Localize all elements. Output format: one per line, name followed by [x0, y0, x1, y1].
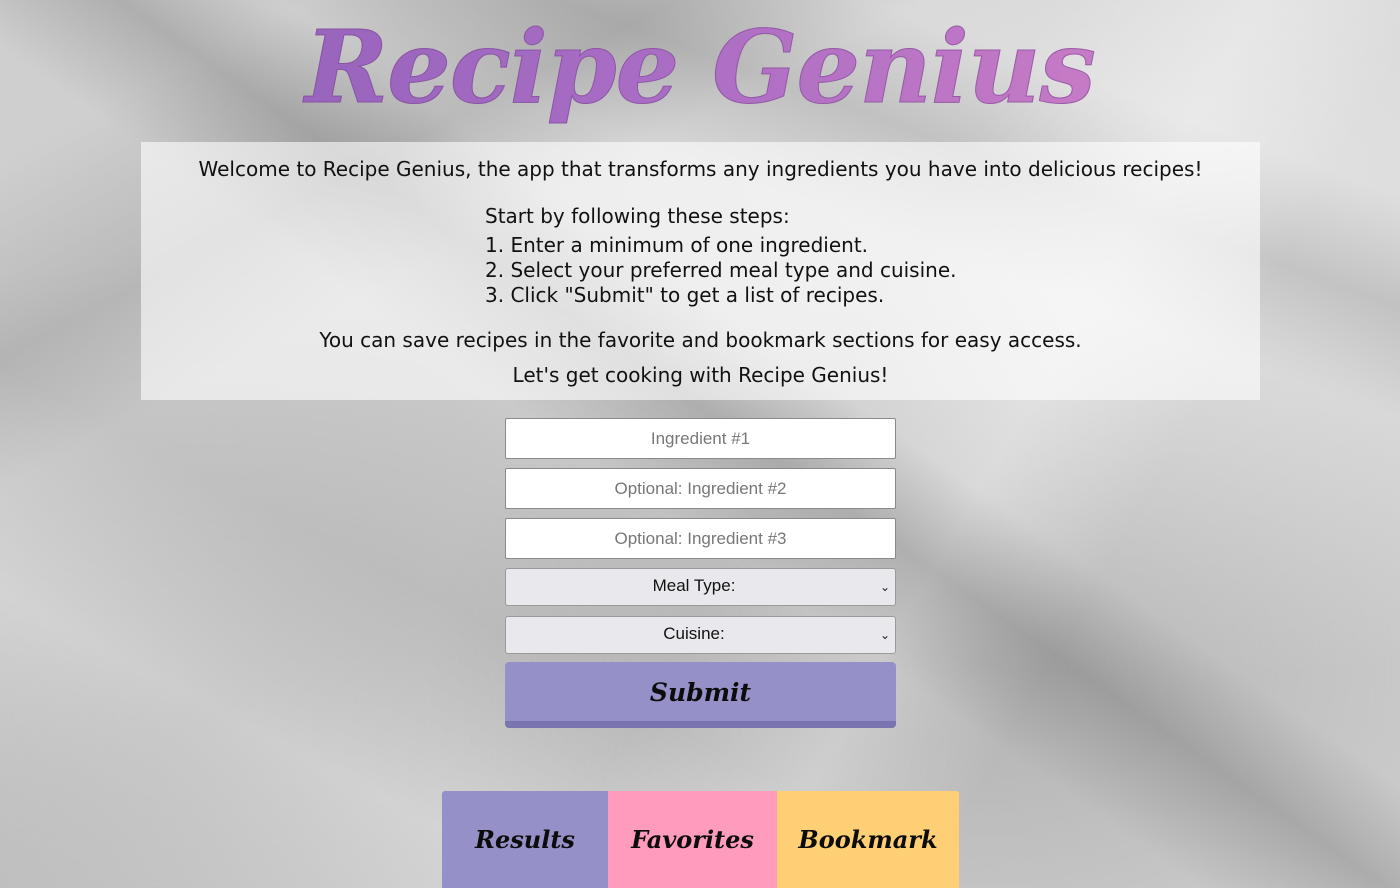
ingredient-2-input[interactable]	[505, 468, 896, 509]
step-item: 3. Click "Submit" to get a list of recip…	[485, 283, 885, 307]
cuisine-select[interactable]: Cuisine: ⌄	[505, 616, 896, 654]
cuisine-selected: Cuisine:	[663, 624, 725, 643]
app-title: Recipe Genius	[0, 2, 1400, 132]
step-item: 2. Select your preferred meal type and c…	[485, 258, 957, 282]
ingredient-3-input[interactable]	[505, 518, 896, 559]
welcome-text: Welcome to Recipe Genius, the app that t…	[198, 157, 1203, 181]
tab-bookmark[interactable]: Bookmark	[777, 791, 959, 888]
tab-favorites[interactable]: Favorites	[608, 791, 777, 888]
save-note: You can save recipes in the favorite and…	[319, 328, 1082, 352]
chevron-down-icon: ⌄	[879, 580, 890, 594]
ingredient-1-input[interactable]	[505, 418, 896, 459]
tab-results[interactable]: Results	[442, 791, 608, 888]
meal-type-selected: Meal Type:	[652, 576, 736, 595]
meal-type-select[interactable]: Meal Type: ⌄	[505, 568, 896, 606]
recipe-search-form: Meal Type: ⌄ Cuisine: ⌄	[505, 418, 896, 664]
section-tabs: Results Favorites Bookmark	[442, 791, 959, 888]
cook-note: Let's get cooking with Recipe Genius!	[512, 363, 889, 387]
submit-button[interactable]: Submit	[505, 662, 896, 728]
intro-panel: Welcome to Recipe Genius, the app that t…	[141, 142, 1260, 400]
step-item: 1. Enter a minimum of one ingredient.	[485, 233, 869, 257]
steps-heading: Start by following these steps:	[485, 204, 790, 228]
chevron-down-icon: ⌄	[879, 628, 890, 642]
steps-list: Start by following these steps: 1. Enter…	[485, 204, 956, 308]
